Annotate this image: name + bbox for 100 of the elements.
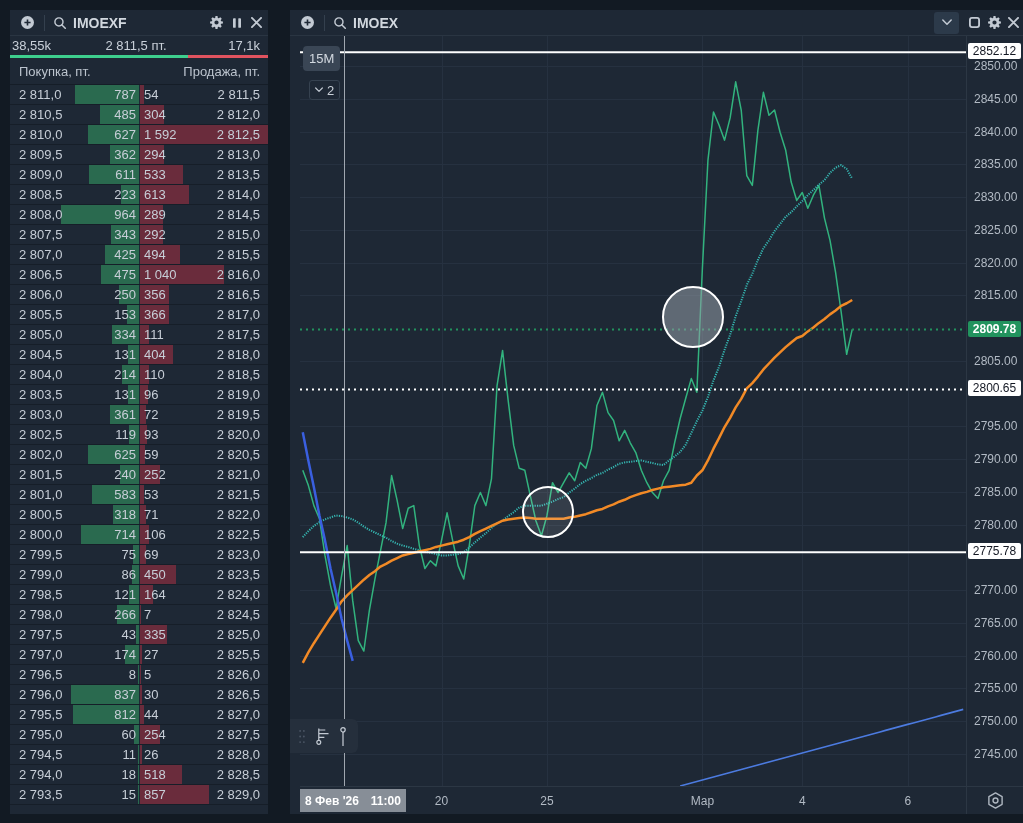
ask-volume: 294 — [144, 147, 166, 162]
ask-price: 2 816,5 — [216, 287, 260, 302]
price-tick-label: 2825.00 — [974, 222, 1018, 237]
ask-volume: 26 — [144, 747, 159, 762]
ask-volume: 72 — [144, 407, 159, 422]
ask-price: 2 825,5 — [216, 647, 260, 662]
circle-marker — [662, 286, 724, 348]
ask-volume: 289 — [144, 207, 166, 222]
bid-price: 2 795,0 — [19, 727, 63, 742]
bid-volume: 131 — [114, 347, 136, 362]
ask-price: 2 821,5 — [216, 487, 260, 502]
bid-volume: 43 — [121, 627, 136, 642]
price-tick-label: 2830.00 — [974, 190, 1018, 205]
panes-button[interactable]: 2 — [309, 80, 341, 100]
ask-volume: 292 — [144, 227, 166, 242]
bid-price: 2 803,5 — [19, 387, 63, 402]
settings-icon[interactable] — [986, 792, 1004, 809]
settings-icon[interactable] — [988, 16, 1001, 29]
ask-price: 2 815,5 — [216, 247, 260, 262]
ask-volume: 59 — [144, 447, 159, 462]
bid-price: 2 810,0 — [19, 127, 63, 142]
bid-price: 2 806,0 — [19, 287, 63, 302]
price-level-label: 2852.12 — [968, 43, 1021, 60]
ask-price: 2 812,5 — [216, 127, 260, 142]
bid-price: 2 799,0 — [19, 567, 63, 582]
time-tick-label: 25 — [540, 793, 554, 809]
time-tick-label: Мар — [690, 793, 715, 809]
price-tick-label: 2760.00 — [974, 648, 1018, 663]
bid-price: 2 803,0 — [19, 407, 63, 422]
ask-price: 2 811,5 — [217, 87, 260, 102]
ask-volume: 450 — [144, 567, 166, 582]
ask-volume: 71 — [144, 507, 159, 522]
bid-price: 2 804,0 — [19, 367, 63, 382]
bid-volume: 812 — [114, 707, 136, 722]
ask-volume: 1 040 — [144, 267, 177, 282]
price-tick-label: 2805.00 — [974, 353, 1018, 368]
search-icon — [54, 16, 66, 29]
ask-price: 2 819,0 — [216, 387, 260, 402]
bid-price: 2 809,0 — [19, 167, 63, 182]
time-tick-label: 4 — [798, 793, 806, 809]
symbol-selector[interactable]: IMOEXF — [54, 14, 127, 31]
bid-volume: 250 — [114, 287, 136, 302]
ask-volume: 404 — [144, 347, 166, 362]
bid-volume: 334 — [114, 327, 136, 342]
crosshair-time: 11:00 — [370, 793, 401, 808]
ask-price: 2 813,0 — [216, 147, 260, 162]
bid-volume: 60 — [121, 727, 136, 742]
pin-icon[interactable] — [340, 726, 346, 746]
bid-volume: 611 — [115, 167, 136, 182]
bid-volume: 625 — [114, 447, 136, 462]
square-icon[interactable] — [969, 17, 980, 28]
symbol-selector[interactable]: IMOEX — [334, 14, 399, 31]
price-tick-label: 2795.00 — [974, 419, 1018, 434]
price-tick-label: 2850.00 — [974, 59, 1018, 74]
sell-volume-total: 17,1k — [228, 38, 260, 53]
ask-volume: 106 — [144, 527, 166, 542]
bid-price: 2 796,5 — [19, 667, 63, 682]
ask-volume: 252 — [144, 467, 166, 482]
close-icon[interactable] — [251, 17, 262, 28]
price-level-label: 2775.78 — [968, 543, 1021, 560]
ask-price: 2 827,0 — [216, 707, 260, 722]
close-icon[interactable] — [1008, 17, 1019, 28]
drag-handle-icon[interactable] — [299, 729, 305, 743]
pause-icon[interactable] — [233, 17, 241, 28]
search-icon — [334, 16, 346, 29]
plus-circle-icon[interactable] — [301, 16, 314, 29]
bid-volume: 174 — [114, 647, 136, 662]
ask-volume: 613 — [144, 187, 166, 202]
ask-volume: 5 — [144, 667, 152, 682]
plus-circle-icon[interactable] — [21, 16, 34, 29]
ask-price: 2 816,0 — [216, 267, 260, 282]
bid-volume: 214 — [114, 367, 136, 382]
ask-volume: 7 — [144, 607, 152, 622]
ask-price: 2 815,0 — [216, 227, 260, 242]
ask-price: 2 824,5 — [216, 607, 260, 622]
price-tick-label: 2820.00 — [974, 255, 1018, 270]
ask-price: 2 829,0 — [216, 787, 260, 802]
ask-price: 2 813,5 — [216, 167, 260, 182]
ask-volume: 54 — [144, 87, 159, 102]
bid-price: 2 793,5 — [19, 787, 63, 802]
ask-volume: 335 — [144, 627, 166, 642]
bid-volume: 362 — [114, 147, 136, 162]
ask-price: 2 818,0 — [216, 347, 260, 362]
settings-icon[interactable] — [210, 16, 223, 29]
bid-price: 2 807,5 — [19, 227, 63, 242]
bid-volume: 343 — [114, 227, 136, 242]
ask-price: 2 818,5 — [216, 367, 260, 382]
ask-volume: 110 — [144, 367, 165, 382]
bid-price: 2 800,0 — [19, 527, 63, 542]
bid-volume: 75 — [121, 547, 136, 562]
bid-volume: 119 — [115, 427, 136, 442]
price-tick-label: 2745.00 — [974, 746, 1018, 761]
time-tick-label: 20 — [434, 793, 449, 809]
interval-button[interactable]: 15M — [303, 46, 341, 71]
bid-volume: 266 — [114, 607, 136, 622]
ask-price: 2 812,0 — [216, 107, 260, 122]
ask-price: 2 824,0 — [216, 587, 260, 602]
ask-volume: 254 — [144, 727, 166, 742]
flag-icon[interactable] — [316, 727, 329, 745]
dropdown-button[interactable] — [934, 11, 959, 34]
